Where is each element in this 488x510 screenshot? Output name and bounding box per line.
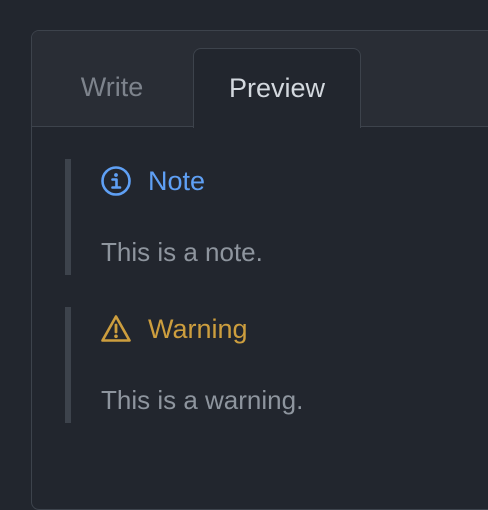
warning-icon [101,315,131,342]
warning-alert-title-text: Warning [148,313,248,344]
info-icon [101,166,131,196]
warning-alert-title: Warning [100,313,248,345]
preview-pane: Note This is a note. Warning This is a w… [32,127,488,509]
tab-preview[interactable]: Preview [193,48,361,128]
note-alert-title: Note [100,165,205,197]
tab-write[interactable]: Write [32,48,192,127]
note-alert-body: This is a note. [101,237,263,267]
editor-tab-bar: Write Preview [32,31,488,128]
warning-alert: Warning This is a warning. [65,307,445,423]
markdown-editor: Write Preview Note This is a note. Warni… [31,30,488,510]
note-alert-title-text: Note [148,165,206,196]
note-alert: Note This is a note. [65,159,445,275]
warning-alert-body: This is a warning. [101,385,304,415]
